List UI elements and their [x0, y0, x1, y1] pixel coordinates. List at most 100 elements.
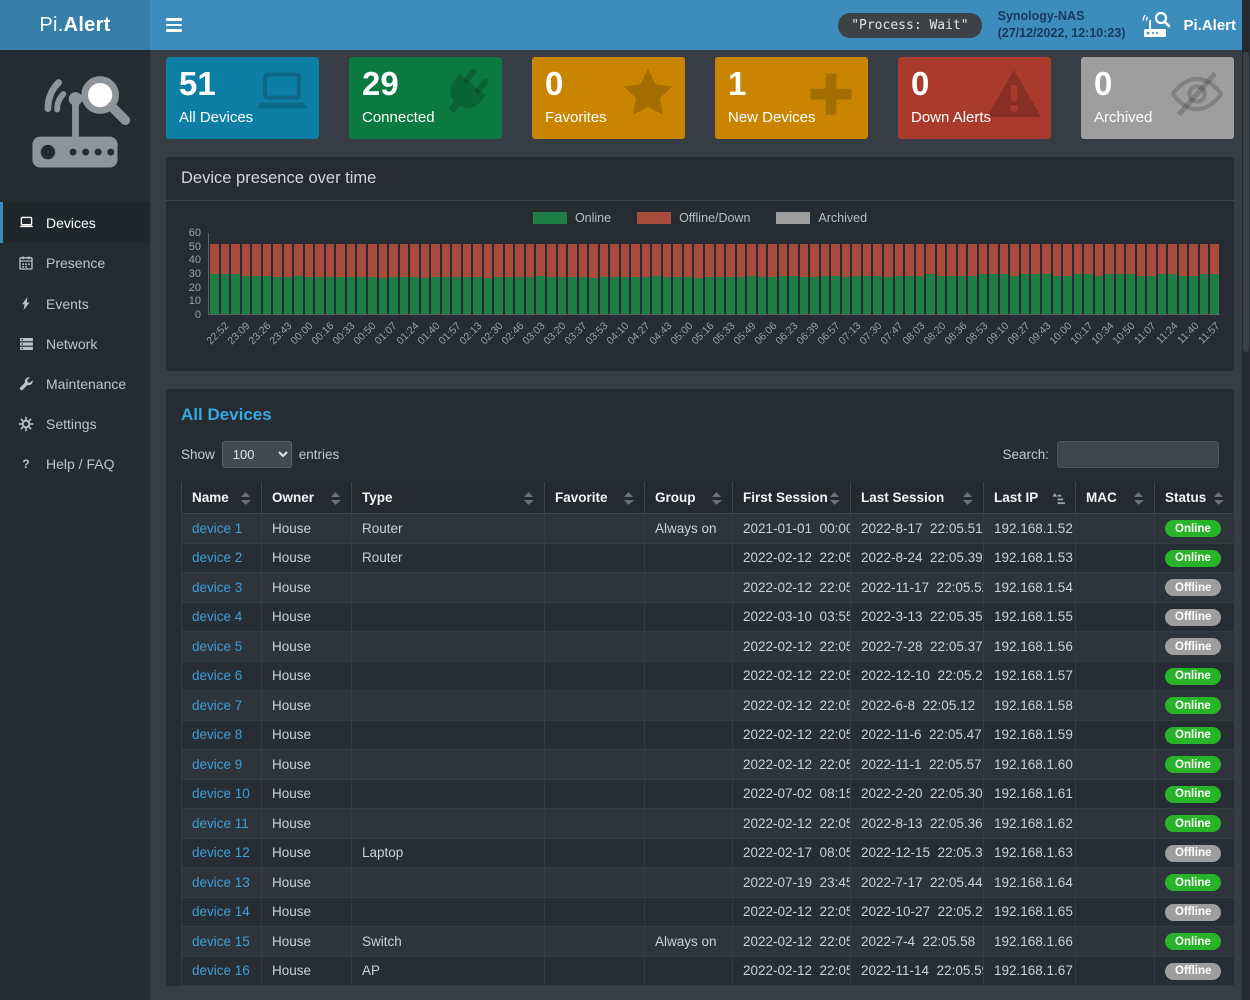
x-tick-label: 02:46 [499, 320, 526, 347]
x-tick-label: 08:53 [963, 320, 990, 347]
page-scrollbar[interactable] [1242, 0, 1250, 1000]
x-tick-label: 04:27 [626, 320, 653, 347]
legend-item-online[interactable]: Online [533, 211, 611, 225]
x-tick-label: 11:40 [1175, 320, 1202, 347]
cell-last-ip: 192.168.1.64 [984, 868, 1076, 898]
stacked-bar [368, 244, 377, 314]
nav-brand[interactable]: Pi.Alert [1141, 10, 1236, 40]
devices-table: NameOwnerTypeFavoriteGroupFirst SessionL… [181, 482, 1235, 986]
cell-status: Offline [1155, 838, 1235, 868]
card-all-devices[interactable]: 51All Devices [166, 57, 319, 139]
cell-owner: House [262, 602, 352, 632]
sidebar-item-maintenance[interactable]: Maintenance [0, 364, 150, 404]
device-link[interactable]: device 2 [192, 550, 242, 565]
cell-status: Online [1155, 514, 1235, 544]
cell-last-ip: 192.168.1.66 [984, 927, 1076, 957]
cell-status: Online [1155, 779, 1235, 809]
card-down-alerts[interactable]: 0Down Alerts [898, 57, 1051, 139]
device-link[interactable]: device 14 [192, 904, 250, 919]
hamburger-icon[interactable] [150, 0, 198, 50]
stacked-bar [558, 244, 567, 314]
stacked-bar [515, 244, 524, 314]
cell-last-session: 2022-8-17 22:05.51 [851, 514, 984, 544]
column-header-last-ip[interactable]: Last IP [984, 482, 1076, 514]
device-link[interactable]: device 12 [192, 845, 250, 860]
device-link[interactable]: device 6 [192, 668, 242, 683]
x-tick-label: 09:27 [1005, 320, 1032, 347]
column-header-last-session[interactable]: Last Session [851, 482, 984, 514]
brand-suffix: Alert [64, 14, 111, 37]
card-new-devices[interactable]: 1New Devices [715, 57, 868, 139]
sidebar-item-presence[interactable]: Presence [0, 243, 150, 283]
stacked-bar [852, 244, 861, 314]
table-row: device 9House2022-02-12 22:052022-11-1 2… [182, 750, 1235, 780]
stacked-bar [221, 244, 230, 314]
sort-active-icon [1052, 490, 1065, 505]
device-link[interactable]: device 9 [192, 757, 242, 772]
card-connected[interactable]: 29Connected [349, 57, 502, 139]
device-link[interactable]: device 7 [192, 698, 242, 713]
sidebar-item-devices[interactable]: Devices [0, 202, 150, 243]
x-tick-label: 08:20 [921, 320, 948, 347]
column-header-group[interactable]: Group [645, 482, 733, 514]
device-link[interactable]: device 3 [192, 580, 242, 595]
page-scrollbar-thumb[interactable] [1243, 52, 1249, 352]
search-input[interactable] [1057, 441, 1219, 468]
cell-last-ip: 192.168.1.54 [984, 573, 1076, 603]
sidebar-item-events[interactable]: Events [0, 283, 150, 324]
device-link[interactable]: device 10 [192, 786, 250, 801]
cell-status: Offline [1155, 956, 1235, 986]
stacked-bar [231, 244, 240, 314]
device-link[interactable]: device 11 [192, 816, 249, 831]
status-badge: Offline [1165, 579, 1221, 596]
card-archived[interactable]: 0Archived [1081, 57, 1234, 139]
x-tick-label: 10:34 [1090, 320, 1117, 347]
column-header-owner[interactable]: Owner [262, 482, 352, 514]
device-link[interactable]: device 4 [192, 609, 242, 624]
laptop-icon [253, 65, 311, 123]
sidebar-item-settings[interactable]: Settings [0, 404, 150, 444]
column-header-favorite[interactable]: Favorite [545, 482, 645, 514]
cell-owner: House [262, 632, 352, 662]
cell-group [645, 573, 733, 603]
device-link[interactable]: device 15 [192, 934, 250, 949]
cell-last-session: 2022-2-20 22:05.30 [851, 779, 984, 809]
column-header-type[interactable]: Type [352, 482, 545, 514]
device-link[interactable]: device 1 [192, 521, 242, 536]
device-link[interactable]: device 5 [192, 639, 242, 654]
stacked-bar [357, 244, 366, 314]
cell-last-ip: 192.168.1.57 [984, 661, 1076, 691]
legend-label: Online [575, 211, 611, 225]
sort-icon [330, 490, 341, 505]
stacked-bar [1063, 244, 1072, 314]
brand-logo[interactable]: Pi.Alert [0, 0, 150, 50]
x-tick-label: 07:13 [837, 320, 864, 347]
column-header-status[interactable]: Status [1155, 482, 1235, 514]
card-favorites[interactable]: 0Favorites [532, 57, 685, 139]
cell-name: device 13 [182, 868, 262, 898]
column-header-mac[interactable]: MAC [1076, 482, 1155, 514]
device-link[interactable]: device 8 [192, 727, 242, 742]
sidebar-item-network[interactable]: Network [0, 324, 150, 364]
x-tick-label: 05:49 [731, 320, 758, 347]
sidebar-item-label: Help / FAQ [46, 456, 114, 472]
device-link[interactable]: device 16 [192, 963, 250, 978]
stacked-bar [252, 244, 261, 314]
x-tick-label: 08:03 [900, 320, 927, 347]
cell-last-ip: 192.168.1.61 [984, 779, 1076, 809]
column-header-first-session[interactable]: First Session [733, 482, 851, 514]
status-badge: Online [1165, 727, 1221, 744]
legend-item-archived[interactable]: Archived [776, 211, 867, 225]
device-link[interactable]: device 13 [192, 875, 250, 890]
stacked-bar [895, 244, 904, 314]
stacked-bar [610, 244, 619, 314]
stacked-bar [1074, 244, 1083, 314]
nas-info: Synology-NAS (27/12/2022, 12:10:23) [998, 8, 1126, 42]
page-size-select[interactable]: 100 [222, 441, 292, 468]
table-row: device 4House2022-03-10 03:552022-3-13 2… [182, 602, 1235, 632]
legend-item-offline-down[interactable]: Offline/Down [637, 211, 750, 225]
column-header-name[interactable]: Name [182, 482, 262, 514]
cell-last-session: 2022-11-1 22:05.57 [851, 750, 984, 780]
nas-name: Synology-NAS [998, 8, 1126, 25]
sidebar-item-help-faq[interactable]: ?Help / FAQ [0, 444, 150, 484]
